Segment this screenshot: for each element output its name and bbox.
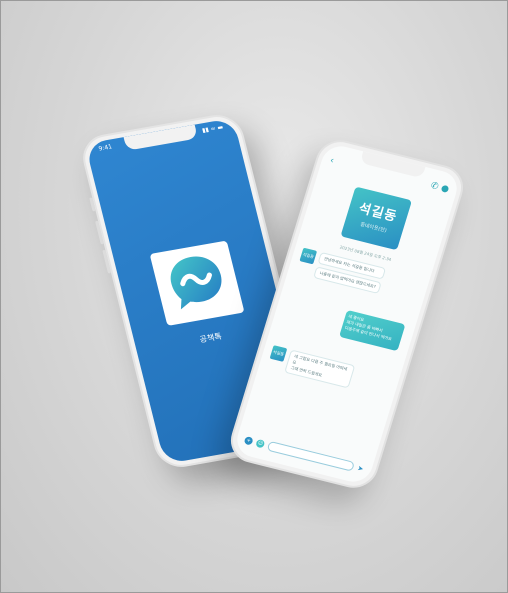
chat-bubble-wave-icon — [160, 247, 235, 320]
message-in: 석길동 네 그럼요 다음 주 월요일 어떠세요 그때 연락 드릴게요 — [267, 345, 356, 389]
emoji-icon[interactable]: ☺ — [255, 438, 266, 449]
message-out: 네 좋아요 제가 내일은 좀 바빠서 다음주에 같이 만나서 먹어요 — [339, 309, 406, 352]
profile-card[interactable]: 석길동 동네이웃(안) — [340, 186, 413, 251]
chevron-left-icon[interactable]: ‹ — [329, 156, 335, 166]
chat-menu-icon[interactable]: ● — [440, 183, 451, 194]
chat-input-bar: + ☺ ➤ — [243, 435, 364, 474]
plus-icon[interactable]: + — [243, 435, 254, 446]
avatar[interactable]: 석길동 — [299, 247, 318, 265]
message-bubble: 네 그럼요 다음 주 월요일 어떠세요 그때 연락 드릴게요 — [284, 349, 356, 389]
phone-icon[interactable]: ✆ — [429, 181, 439, 192]
app-logo-card[interactable] — [149, 240, 245, 326]
send-icon[interactable]: ➤ — [356, 464, 364, 473]
status-icons: ▮▮ ≈ ▬ — [201, 123, 224, 135]
status-time: 9:41 — [97, 143, 113, 153]
avatar[interactable]: 석길동 — [269, 345, 288, 362]
